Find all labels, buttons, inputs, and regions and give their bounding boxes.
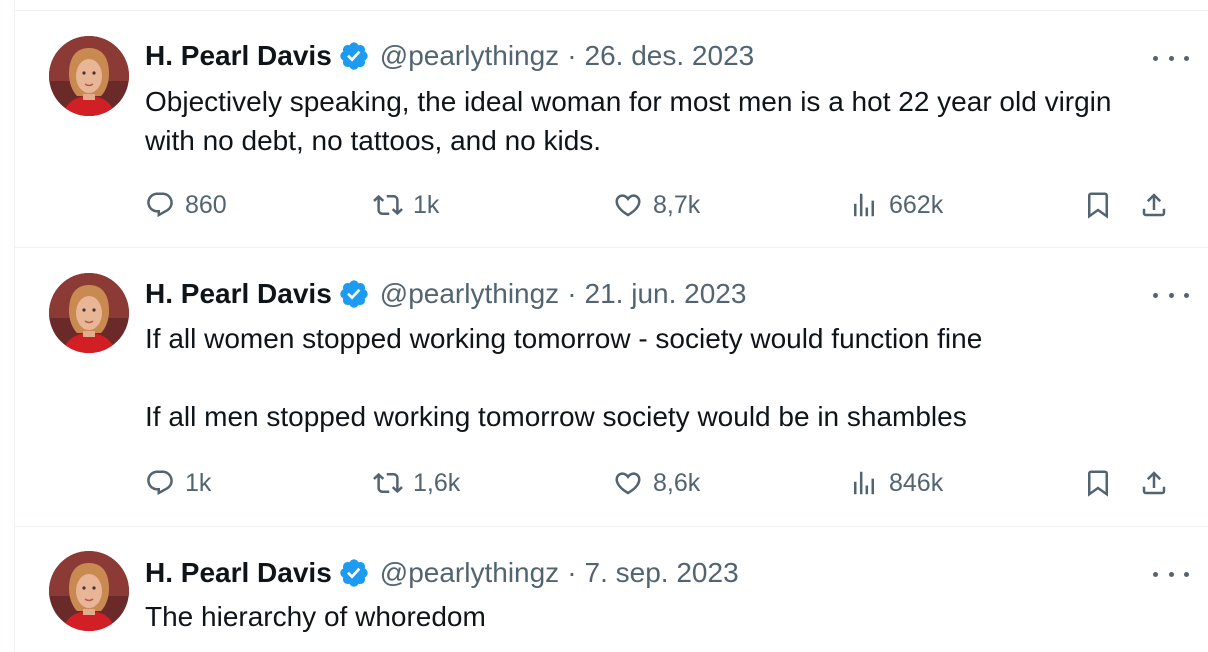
tweet-date[interactable]: 26. des. 2023 [585, 40, 755, 72]
tweet-header: H. Pearl Davis @pearlythingz · 21. jun. … [145, 277, 746, 311]
verified-badge-icon [340, 280, 368, 308]
reply-count: 860 [185, 190, 227, 219]
retweet-button[interactable]: 1k [373, 185, 439, 225]
tweet[interactable]: H. Pearl Davis @pearlythingz · 7. sep. 2… [15, 527, 1208, 652]
tweet-date[interactable]: 7. sep. 2023 [585, 557, 739, 589]
separator: · [567, 278, 577, 309]
tweet-text-line: If all men stopped working tomorrow soci… [145, 401, 967, 432]
tweet-feed: H. Pearl Davis @pearlythingz · 26. des. … [14, 0, 1208, 652]
tweet-text-line [145, 358, 1145, 397]
like-button[interactable]: 8,7k [613, 185, 700, 225]
separator: · [567, 40, 577, 71]
reply-count: 1k [185, 468, 212, 497]
views-count: 846k [889, 468, 944, 497]
tweet-text-line: The hierarchy of whoredom [145, 601, 486, 632]
separator: · [567, 557, 577, 588]
like-count: 8,6k [653, 468, 701, 497]
views-button[interactable]: 662k [849, 185, 943, 225]
share-button[interactable] [1139, 185, 1169, 225]
tweet-actions: 860 1k 8,7k 662k [145, 185, 1208, 225]
more-icon[interactable] [1153, 562, 1189, 586]
verified-badge-icon [340, 559, 368, 587]
bookmark-icon [1088, 192, 1108, 219]
tweet-text-line: Objectively speaking, the ideal woman fo… [145, 86, 1112, 156]
reply-button[interactable]: 1k [145, 463, 211, 503]
tweet-text: The hierarchy of whoredom [145, 597, 1145, 636]
bookmark-button[interactable] [1083, 463, 1113, 503]
more-icon[interactable] [1153, 283, 1189, 307]
tweet-text-line: If all women stopped working tomorrow - … [145, 323, 983, 354]
like-button[interactable]: 8,6k [613, 463, 700, 503]
avatar[interactable] [49, 36, 129, 116]
like-count: 8,7k [653, 190, 701, 219]
bookmark-button[interactable] [1083, 185, 1113, 225]
views-count: 662k [889, 190, 944, 219]
author-handle[interactable]: @pearlythingz [380, 557, 559, 589]
like-icon [615, 472, 641, 495]
retweet-count: 1k [413, 190, 440, 219]
retweet-icon [373, 194, 403, 216]
share-button[interactable] [1139, 463, 1169, 503]
reply-icon [147, 470, 173, 496]
author-handle[interactable]: @pearlythingz [380, 278, 559, 310]
author-handle[interactable]: @pearlythingz [380, 40, 559, 72]
share-icon [1142, 471, 1166, 495]
views-button[interactable]: 846k [849, 463, 943, 503]
tweet-text: Objectively speaking, the ideal woman fo… [145, 82, 1145, 160]
share-icon [1142, 193, 1166, 217]
bookmark-icon [1088, 470, 1108, 497]
more-icon[interactable] [1153, 46, 1189, 70]
like-icon [615, 194, 641, 217]
views-icon [854, 471, 874, 495]
tweet-header: H. Pearl Davis @pearlythingz · 7. sep. 2… [145, 556, 739, 590]
retweet-count: 1,6k [413, 468, 461, 497]
tweet[interactable]: H. Pearl Davis @pearlythingz · 21. jun. … [15, 248, 1208, 527]
tweet-header: H. Pearl Davis @pearlythingz · 26. des. … [145, 39, 754, 73]
avatar[interactable] [49, 273, 129, 353]
tweet[interactable]: H. Pearl Davis @pearlythingz · 26. des. … [15, 11, 1208, 248]
reply-icon [147, 192, 173, 218]
reply-button[interactable]: 860 [145, 185, 227, 225]
verified-badge-icon [340, 42, 368, 70]
tweet-actions: 1k 1,6k 8,6k 846k [145, 463, 1208, 503]
tweet-text: If all women stopped working tomorrow - … [145, 319, 1145, 436]
author-name[interactable]: H. Pearl Davis [145, 40, 332, 72]
retweet-icon [373, 472, 403, 494]
author-name[interactable]: H. Pearl Davis [145, 557, 332, 589]
views-icon [854, 193, 874, 217]
avatar[interactable] [49, 551, 129, 631]
author-name[interactable]: H. Pearl Davis [145, 278, 332, 310]
retweet-button[interactable]: 1,6k [373, 463, 460, 503]
tweet-date[interactable]: 21. jun. 2023 [585, 278, 747, 310]
